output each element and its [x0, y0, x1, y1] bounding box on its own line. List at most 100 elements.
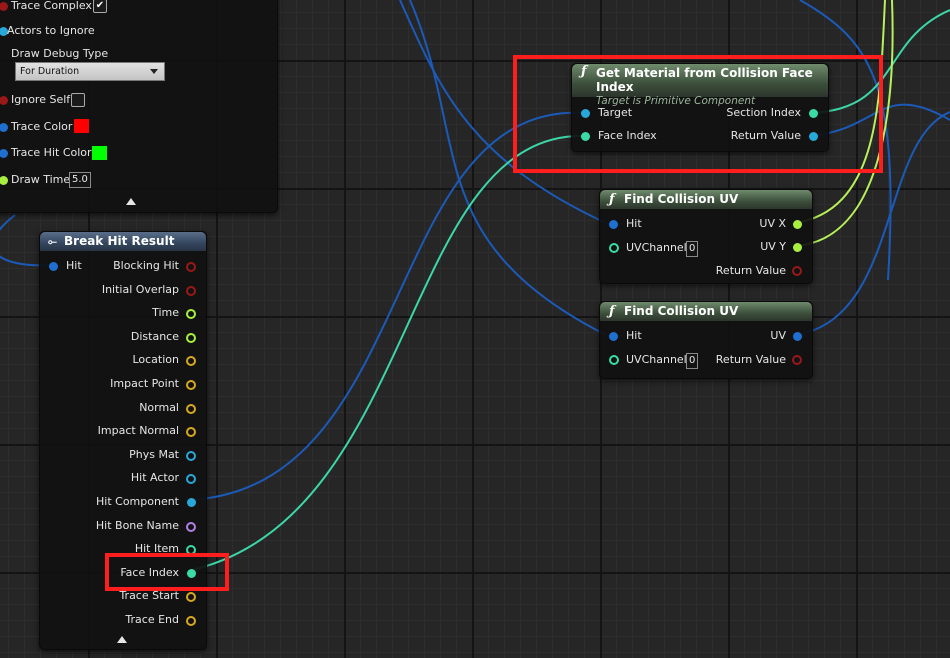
find-collision-uv-title-2: Find Collision UV — [624, 304, 739, 318]
break-hit-output-hit-item-label: Hit Item — [134, 542, 179, 556]
wire-return-value-out[interactable] — [809, 103, 950, 137]
break-hit-output-distance-pin[interactable] — [186, 332, 196, 343]
find-uv-2-uvchannel-input[interactable]: 0 — [686, 353, 699, 369]
find-collision-uv-header-2[interactable]: ƒ Find Collision UV — [600, 302, 812, 321]
function-icon: ƒ — [609, 304, 615, 319]
collapse-arrow-icon[interactable] — [126, 198, 136, 205]
trace-hit-color-swatch[interactable] — [92, 146, 107, 160]
trace-color-swatch[interactable] — [74, 119, 89, 133]
break-hit-output-hit-actor-pin[interactable] — [186, 474, 196, 485]
get-material-return-value-pin[interactable] — [809, 132, 818, 141]
draw-time-label: Draw Time — [11, 173, 71, 186]
break-hit-input-pin[interactable] — [49, 262, 58, 271]
draw-time-input[interactable]: 5.0 — [69, 172, 91, 188]
break-hit-result-title: Break Hit Result — [64, 234, 175, 248]
find-collision-uv-node-1[interactable]: ƒ Find Collision UV Hit UVChannel 0 UV X… — [599, 189, 813, 284]
break-hit-output-hit-component-pin[interactable] — [187, 498, 196, 507]
draw-debug-type-value: For Duration — [20, 66, 80, 77]
find-uv-2-hit-pin[interactable] — [609, 332, 618, 341]
draw-time-pin[interactable] — [0, 176, 8, 185]
break-hit-output-phys-mat-pin[interactable] — [186, 450, 196, 461]
break-hit-result-header[interactable]: ⟜ Break Hit Result — [40, 232, 206, 251]
trace-complex-checkbox[interactable]: ✔ — [93, 0, 107, 13]
get-material-face-index-pin[interactable] — [581, 132, 590, 141]
break-hit-output-blocking-hit-pin[interactable] — [186, 262, 196, 272]
break-hit-output-distance-label: Distance — [130, 329, 179, 343]
find-uv-1-return-pin[interactable] — [792, 266, 802, 276]
function-icon: ƒ — [609, 192, 615, 207]
ignore-self-label: Ignore Self — [11, 93, 71, 106]
ignore-self-checkbox[interactable] — [71, 93, 85, 107]
break-hit-output-hit-actor-label: Hit Actor — [130, 471, 179, 485]
get-material-face-index-label: Face Index — [598, 129, 657, 142]
break-hit-output-face-index-pin[interactable] — [187, 568, 196, 578]
find-collision-uv-header-1[interactable]: ƒ Find Collision UV — [600, 190, 812, 209]
trace-hit-color-label: Trace Hit Color — [11, 146, 92, 159]
ignore-self-pin[interactable] — [0, 96, 8, 105]
break-hit-output-impact-point-label: Impact Point — [110, 377, 179, 390]
actors-to-ignore-label: Actors to Ignore — [7, 24, 95, 37]
collapse-arrow-icon[interactable] — [117, 636, 127, 643]
find-uv-1-uvchannel-label: UVChannel — [626, 241, 687, 254]
break-hit-output-phys-mat-label: Phys Mat — [129, 447, 179, 461]
function-icon: ƒ — [581, 64, 587, 79]
break-hit-output-blocking-hit-label: Blocking Hit — [113, 259, 179, 272]
get-material-target-label: Target — [598, 106, 633, 119]
find-uv-1-uvy-label: UV Y — [760, 240, 786, 253]
find-uv-1-hit-pin[interactable] — [609, 220, 618, 229]
break-hit-output-location-label: Location — [132, 353, 179, 367]
find-uv-2-uv-label: UV — [770, 329, 786, 342]
draw-debug-type-dropdown[interactable]: For Duration — [15, 62, 165, 81]
find-collision-uv-title-1: Find Collision UV — [624, 192, 739, 206]
find-uv-1-return-label: Return Value — [715, 264, 786, 277]
break-hit-input-label: Hit — [66, 259, 82, 272]
break-hit-output-normal-pin[interactable] — [186, 403, 196, 414]
break-hit-output-normal-label: Normal — [139, 400, 179, 414]
break-hit-output-initial-overlap-pin[interactable] — [186, 285, 196, 296]
break-hit-output-hit-item-pin[interactable] — [186, 545, 196, 556]
find-uv-2-hit-label: Hit — [626, 329, 642, 342]
find-uv-2-uv-pin[interactable] — [793, 332, 802, 341]
get-material-header[interactable]: ƒ Get Material from Collision Face Index… — [572, 64, 828, 107]
find-uv-1-uvchannel-pin[interactable] — [609, 243, 619, 253]
find-uv-1-uvchannel-input[interactable]: 0 — [686, 241, 699, 257]
get-material-title: Get Material from Collision Face Index — [596, 66, 813, 94]
trace-hit-color-pin[interactable] — [0, 149, 8, 158]
trace-complex-label: Trace Complex — [11, 0, 92, 12]
break-hit-output-time-pin[interactable] — [186, 309, 196, 320]
break-struct-icon: ⟜ — [48, 235, 57, 248]
draw-debug-type-label: Draw Debug Type — [11, 47, 109, 60]
break-hit-output-time-label: Time — [152, 306, 179, 320]
break-hit-output-hit-component-label: Hit Component — [96, 495, 179, 508]
break-hit-output-trace-end-label: Trace End — [125, 613, 179, 626]
trace-complex-pin[interactable] — [0, 2, 8, 11]
get-material-section-index-pin[interactable] — [809, 109, 818, 118]
get-material-return-value-label: Return Value — [730, 129, 801, 142]
break-hit-output-hit-bone-name-pin[interactable] — [186, 521, 196, 532]
get-material-node[interactable]: ƒ Get Material from Collision Face Index… — [571, 63, 829, 152]
find-uv-2-uvchannel-pin[interactable] — [609, 355, 619, 365]
wire-hit-to-find-uv-2[interactable] — [409, 0, 607, 336]
break-hit-output-hit-bone-name-label: Hit Bone Name — [95, 518, 179, 532]
find-uv-1-hit-label: Hit — [626, 217, 642, 230]
break-hit-output-initial-overlap-label: Initial Overlap — [101, 282, 179, 296]
find-uv-2-return-pin[interactable] — [792, 355, 802, 365]
find-uv-1-uvx-pin[interactable] — [793, 220, 802, 229]
break-hit-output-trace-start-pin[interactable] — [186, 592, 196, 603]
break-hit-output-impact-normal-pin[interactable] — [186, 427, 196, 438]
line-trace-node[interactable]: Trace Complex ✔ Actors to Ignore Draw De… — [0, 0, 278, 213]
break-hit-output-location-pin[interactable] — [186, 356, 196, 367]
break-hit-output-impact-normal-label: Impact Normal — [97, 424, 179, 438]
find-uv-2-return-label: Return Value — [715, 353, 786, 366]
trace-color-pin[interactable] — [0, 123, 8, 132]
get-material-target-pin[interactable] — [581, 109, 590, 118]
find-collision-uv-node-2[interactable]: ƒ Find Collision UV Hit UVChannel 0 UV R… — [599, 301, 813, 379]
find-uv-1-uvy-pin[interactable] — [793, 243, 802, 252]
trace-color-label: Trace Color — [11, 120, 73, 133]
break-hit-output-impact-point-pin[interactable] — [186, 380, 196, 390]
find-uv-1-uvx-label: UV X — [759, 217, 786, 230]
get-material-section-index-label: Section Index — [726, 106, 801, 119]
break-hit-result-node[interactable]: ⟜ Break Hit Result Hit Blocking Hit Initi… — [39, 231, 207, 650]
break-hit-output-trace-end-pin[interactable] — [186, 616, 196, 626]
dropdown-arrow-icon — [150, 69, 158, 74]
